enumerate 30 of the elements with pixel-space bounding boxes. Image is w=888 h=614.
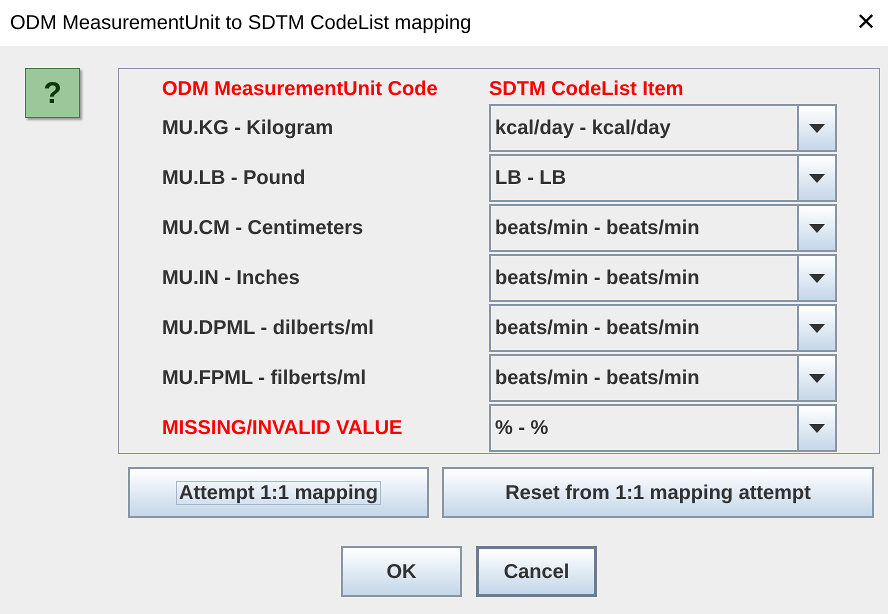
help-icon: ? <box>25 68 80 118</box>
dialog-button[interactable]: OK <box>341 546 462 597</box>
dropdown[interactable]: kcal/day - kcal/day <box>489 104 837 152</box>
unit-label: MU.DPML - dilberts/ml <box>162 316 375 341</box>
dropdown[interactable]: beats/min - beats/min <box>489 354 837 402</box>
mapping-button[interactable]: Reset from 1:1 mapping attempt <box>442 467 874 518</box>
dropdown-arrow-icon[interactable] <box>809 324 825 332</box>
dropdown[interactable]: LB - LB <box>489 154 837 202</box>
dialog-button[interactable]: Cancel <box>476 546 597 597</box>
dropdown[interactable]: beats/min - beats/min <box>489 204 837 252</box>
dropdown-arrow-icon[interactable] <box>809 374 825 382</box>
dropdown-arrow-icon[interactable] <box>809 274 825 282</box>
unit-label: MU.LB - Pound <box>162 166 306 191</box>
close-button[interactable]: ✕ <box>852 11 880 35</box>
unit-label: MU.CM - Centimeters <box>162 216 364 241</box>
dropdown-arrow-icon[interactable] <box>809 424 825 432</box>
dropdown[interactable]: beats/min - beats/min <box>489 254 837 302</box>
column-header: ODM MeasurementUnit Code <box>162 77 439 102</box>
unit-label: MU.KG - Kilogram <box>162 116 334 141</box>
dropdown-arrow-icon[interactable] <box>809 174 825 182</box>
dropdown[interactable]: % - % <box>489 404 837 452</box>
mapping-button[interactable]: Attempt 1:1 mapping <box>128 467 429 518</box>
dropdown-arrow-icon[interactable] <box>809 224 825 232</box>
unit-label: MU.IN - Inches <box>162 266 301 291</box>
window-title: ODM MeasurementUnit to SDTM CodeList mapping <box>10 11 472 36</box>
column-header: SDTM CodeList Item <box>489 77 684 102</box>
dropdown-arrow-icon[interactable] <box>809 124 825 132</box>
dropdown[interactable]: beats/min - beats/min <box>489 304 837 352</box>
unit-label: MISSING/INVALID VALUE <box>162 416 404 441</box>
unit-label: MU.FPML - filberts/ml <box>162 366 368 391</box>
